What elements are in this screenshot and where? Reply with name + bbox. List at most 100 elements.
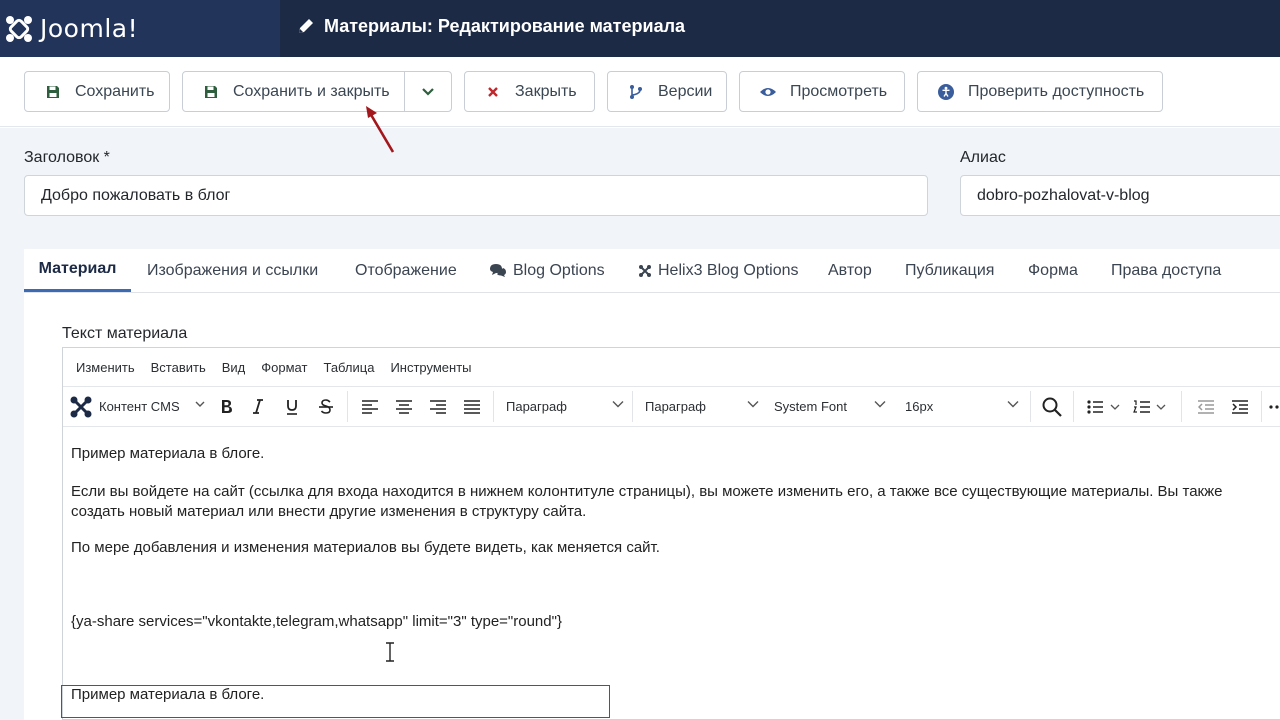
alias-input[interactable]: dobro-pozhalovat-v-blog	[960, 175, 1280, 216]
annotation-arrow	[366, 106, 395, 153]
align-justify-icon	[464, 399, 480, 414]
toolbar-divider	[347, 391, 348, 422]
tab-blog-options[interactable]: Blog Options	[489, 249, 605, 292]
align-center-button[interactable]	[391, 387, 417, 426]
title-input[interactable]: Добро пожаловать в блог	[24, 175, 928, 216]
edit-tabs: Материал Изображения и ссылки Отображени…	[24, 249, 1280, 293]
chevron-down-icon	[195, 401, 205, 407]
tab-helix3-blog-options[interactable]: Helix3 Blog Options	[638, 249, 799, 292]
paragraph: Если вы войдете на сайт (ссылка для вход…	[71, 483, 1223, 500]
page-title-text: Материалы: Редактирование материала	[324, 15, 686, 36]
tab-author[interactable]: Автор	[828, 249, 872, 292]
accessibility-label: Проверить доступность	[968, 82, 1145, 100]
tab-images-links[interactable]: Изображения и ссылки	[147, 249, 318, 292]
tab-content[interactable]: Материал	[24, 249, 131, 292]
align-justify-button[interactable]	[459, 387, 485, 426]
save-close-label: Сохранить и закрыть	[233, 82, 390, 100]
tab-label: Автор	[828, 261, 872, 279]
paragraph: Пример материала в блоге.	[71, 445, 265, 462]
accessibility-check-button[interactable]: Проверить доступность	[917, 71, 1163, 112]
block-format-value: Параграф	[506, 399, 567, 414]
align-left-button[interactable]	[357, 387, 383, 426]
bullet-list-button[interactable]	[1083, 387, 1125, 426]
close-button[interactable]: Закрыть	[464, 71, 595, 112]
alias-input-value: dobro-pozhalovat-v-blog	[977, 186, 1150, 204]
underline-button[interactable]	[279, 387, 305, 426]
chevron-down-icon	[874, 401, 886, 408]
bold-icon	[221, 400, 232, 413]
menu-tools[interactable]: Инструменты	[390, 360, 471, 375]
shortcode-paragraph: {ya-share services="vkontakte,telegram,w…	[71, 613, 562, 630]
accessibility-icon	[936, 83, 956, 100]
editor-menubar: Изменить Вставить Вид Формат Таблица Инс…	[63, 348, 1280, 387]
cms-content-label: Контент CMS	[99, 399, 180, 414]
joomla-logo[interactable]: Joomla!	[0, 0, 280, 57]
floppy-icon	[201, 85, 221, 99]
title-input-value: Добро пожаловать в блог	[41, 186, 231, 204]
more-tools-button[interactable]	[1269, 387, 1280, 426]
save-close-button[interactable]: Сохранить и закрыть	[182, 71, 452, 112]
italic-button[interactable]	[245, 387, 271, 426]
bold-button[interactable]	[213, 387, 239, 426]
toolbar-divider	[1181, 391, 1182, 422]
chevron-down-icon	[1007, 401, 1019, 408]
chevron-down-icon	[747, 401, 759, 408]
tab-label: Права доступа	[1111, 261, 1222, 279]
numbered-list-icon	[1133, 399, 1166, 413]
more-icon	[1269, 404, 1279, 409]
font-family-dropdown[interactable]: System Font	[774, 387, 892, 426]
pencil-icon	[299, 19, 313, 33]
tab-publishing[interactable]: Публикация	[905, 249, 994, 292]
helix-icon	[639, 264, 651, 277]
tab-permissions[interactable]: Права доступа	[1111, 249, 1221, 292]
rich-text-editor: Изменить Вставить Вид Формат Таблица Инс…	[61, 347, 1280, 720]
outdent-button[interactable]	[1193, 387, 1219, 426]
chevron-down-icon	[422, 87, 434, 96]
tab-label: Изображения и ссылки	[147, 261, 319, 279]
joomla-icon	[70, 396, 92, 417]
toolbar-divider	[1030, 391, 1031, 422]
numbered-list-button[interactable]	[1129, 387, 1171, 426]
logo-text: Joomla!	[40, 14, 139, 43]
strikethrough-icon	[319, 398, 333, 414]
code-branch-icon	[626, 84, 646, 100]
top-header: Joomla! Материалы: Редактирование матери…	[0, 0, 1280, 57]
paragraph-style-dropdown[interactable]: Параграф	[645, 387, 765, 426]
tab-label: Helix3 Blog Options	[658, 261, 799, 279]
strikethrough-button[interactable]	[313, 387, 339, 426]
block-format-dropdown[interactable]: Параграф	[506, 387, 630, 426]
versions-button[interactable]: Версии	[607, 71, 727, 112]
tab-label: Публикация	[905, 261, 995, 279]
align-right-button[interactable]	[425, 387, 451, 426]
tab-display[interactable]: Отображение	[355, 249, 457, 292]
paragraph: По мере добавления и изменения материало…	[71, 539, 660, 556]
menu-edit[interactable]: Изменить	[76, 360, 135, 375]
indent-button[interactable]	[1227, 387, 1253, 426]
menu-format[interactable]: Формат	[261, 360, 307, 375]
comments-icon	[490, 264, 506, 277]
tab-label: Материал	[38, 260, 117, 277]
italic-icon	[253, 399, 263, 414]
toolbar-divider	[1261, 391, 1262, 422]
tab-form[interactable]: Форма	[1028, 249, 1078, 292]
cms-content-dropdown[interactable]: Контент CMS	[69, 387, 205, 426]
save-options-dropdown[interactable]	[405, 72, 451, 111]
paragraph: создать новый материал или внести другие…	[71, 503, 587, 520]
search-replace-button[interactable]	[1039, 387, 1065, 426]
paragraph: Пример материала в блоге.	[71, 686, 265, 703]
preview-button[interactable]: Просмотреть	[739, 71, 905, 112]
save-button[interactable]: Сохранить	[24, 71, 170, 112]
alias-field-label: Алиас	[960, 149, 1006, 166]
menu-table[interactable]: Таблица	[323, 360, 374, 375]
chevron-down-icon	[612, 401, 624, 408]
editor-format-toolbar: Контент CMS Параграф Параграф System Fon…	[63, 387, 1280, 427]
title-field-label: Заголовок *	[24, 149, 110, 166]
preview-label: Просмотреть	[790, 82, 888, 100]
menu-view[interactable]: Вид	[222, 360, 246, 375]
font-size-dropdown[interactable]: 16px	[905, 387, 1025, 426]
editor-label: Текст материала	[62, 325, 188, 342]
joomla-logo-icon	[6, 15, 32, 42]
menu-insert[interactable]: Вставить	[151, 360, 206, 375]
font-family-value: System Font	[774, 399, 847, 414]
text-cursor-icon	[386, 642, 394, 662]
